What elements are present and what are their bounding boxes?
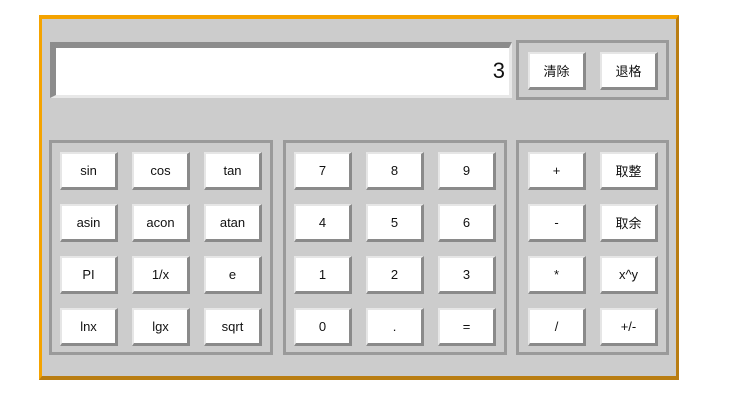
- backspace-button[interactable]: 退格: [600, 52, 658, 90]
- equals-button[interactable]: =: [438, 308, 496, 346]
- digit-9-button[interactable]: 9: [438, 152, 496, 190]
- ln-button[interactable]: lnx: [60, 308, 118, 346]
- asin-button[interactable]: asin: [60, 204, 118, 242]
- round-button[interactable]: 取整: [600, 152, 658, 190]
- power-button[interactable]: x^y: [600, 256, 658, 294]
- display-value: 3: [492, 58, 505, 83]
- atan-button[interactable]: atan: [204, 204, 262, 242]
- mod-button[interactable]: 取余: [600, 204, 658, 242]
- digit-0-button[interactable]: 0: [294, 308, 352, 346]
- digit-5-button[interactable]: 5: [366, 204, 424, 242]
- tan-button[interactable]: tan: [204, 152, 262, 190]
- reciprocal-button[interactable]: 1/x: [132, 256, 190, 294]
- plus-button[interactable]: +: [528, 152, 586, 190]
- digit-6-button[interactable]: 6: [438, 204, 496, 242]
- decimal-point-button[interactable]: .: [366, 308, 424, 346]
- calculator-display: 3: [50, 42, 512, 98]
- multiply-button[interactable]: *: [528, 256, 586, 294]
- digit-7-button[interactable]: 7: [294, 152, 352, 190]
- divide-button[interactable]: /: [528, 308, 586, 346]
- cos-button[interactable]: cos: [132, 152, 190, 190]
- pi-button[interactable]: PI: [60, 256, 118, 294]
- digit-2-button[interactable]: 2: [366, 256, 424, 294]
- digit-4-button[interactable]: 4: [294, 204, 352, 242]
- lg-button[interactable]: lgx: [132, 308, 190, 346]
- e-button[interactable]: e: [204, 256, 262, 294]
- clear-button[interactable]: 清除: [528, 52, 586, 90]
- digit-3-button[interactable]: 3: [438, 256, 496, 294]
- digit-8-button[interactable]: 8: [366, 152, 424, 190]
- sin-button[interactable]: sin: [60, 152, 118, 190]
- acon-button[interactable]: acon: [132, 204, 190, 242]
- sqrt-button[interactable]: sqrt: [204, 308, 262, 346]
- digit-1-button[interactable]: 1: [294, 256, 352, 294]
- minus-button[interactable]: -: [528, 204, 586, 242]
- negate-button[interactable]: +/-: [600, 308, 658, 346]
